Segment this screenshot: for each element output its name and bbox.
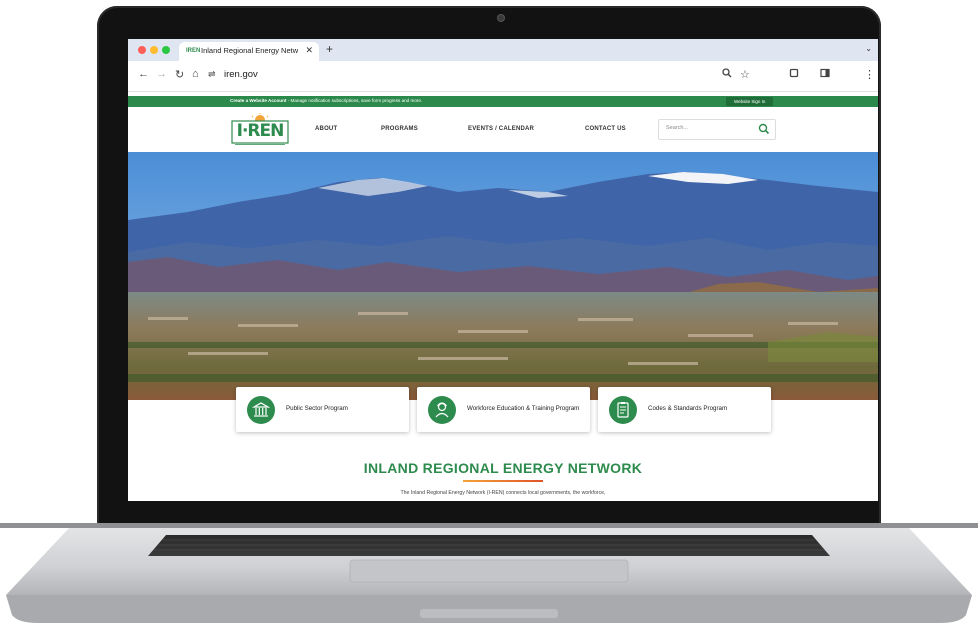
iren-logo[interactable]: I·REN: [231, 113, 289, 147]
tab-favicon: IREN: [186, 48, 201, 54]
card-label: Public Sector Program: [286, 405, 348, 413]
sign-in-button[interactable]: Website Sign In: [726, 97, 774, 106]
sidepanel-icon[interactable]: [820, 68, 830, 81]
reload-icon[interactable]: ↻: [175, 68, 184, 81]
site-search-input[interactable]: Search...: [658, 119, 776, 140]
maximize-window-button[interactable]: [162, 46, 170, 54]
laptop-base: [0, 523, 978, 626]
nav-events-calendar[interactable]: EVENTS / CALENDAR: [468, 126, 534, 132]
site-header: I·REN ABOUT PROGRAMS EVENTS / CALENDAR C…: [128, 107, 878, 153]
forward-icon[interactable]: →: [156, 68, 167, 80]
webcam: [498, 15, 504, 21]
nav-contact-us[interactable]: CONTACT US: [585, 126, 626, 132]
card-workforce-education-program[interactable]: Workforce Education & Training Program: [417, 387, 590, 432]
browser-screen: IREN Inland Regional Energy Netw ✕ + ⌄ ←…: [128, 39, 878, 501]
page-title: INLAND REGIONAL ENERGY NETWORK: [363, 460, 643, 476]
account-banner-text: Create a Website Account - Manage notifi…: [230, 98, 422, 103]
card-codes-standards-program[interactable]: Codes & Standards Program: [598, 387, 771, 432]
search-placeholder: Search...: [666, 125, 689, 131]
title-divider: [463, 480, 543, 482]
tab-title: Inland Regional Energy Netw: [201, 46, 299, 55]
address-bar[interactable]: iren.gov: [224, 69, 258, 80]
account-banner: Create a Website Account - Manage notifi…: [128, 96, 878, 107]
nav-programs[interactable]: PROGRAMS: [381, 126, 418, 132]
create-account-link[interactable]: Create a Website Account: [230, 98, 286, 103]
window-controls: [138, 46, 170, 54]
zoom-icon[interactable]: [722, 68, 732, 81]
home-icon[interactable]: ⌂: [192, 68, 199, 80]
tab-search-icon[interactable]: ⌄: [865, 44, 872, 53]
card-public-sector-program[interactable]: Public Sector Program: [236, 387, 409, 432]
worker-icon: [428, 396, 456, 424]
card-label: Workforce Education & Training Program: [467, 405, 580, 413]
card-label: Codes & Standards Program: [648, 405, 728, 413]
bookmark-star-icon[interactable]: ☆: [740, 68, 750, 81]
menu-icon[interactable]: ⋮: [864, 68, 875, 81]
search-icon[interactable]: [758, 122, 770, 140]
minimize-window-button[interactable]: [150, 46, 158, 54]
browser-toolbar: ← → ↻ ⌂ ⇌ iren.gov ☆ ⋮: [128, 61, 878, 92]
government-building-icon: [247, 396, 275, 424]
intro-text: The Inland Regional Energy Network (I-RE…: [400, 490, 606, 496]
nav-about[interactable]: ABOUT: [315, 126, 337, 132]
hero-landscape-image: [128, 152, 878, 400]
browser-tab[interactable]: IREN Inland Regional Energy Netw ✕: [179, 42, 319, 61]
extensions-icon[interactable]: [789, 68, 799, 81]
tune-icon[interactable]: ⇌: [208, 69, 216, 80]
tab-bar: IREN Inland Regional Energy Netw ✕ + ⌄: [128, 39, 878, 61]
clipboard-icon: [609, 396, 637, 424]
account-banner-desc: - Manage notification subscriptions, sav…: [286, 98, 423, 103]
logo-text: I·REN: [236, 121, 285, 141]
close-window-button[interactable]: [138, 46, 146, 54]
back-icon[interactable]: ←: [138, 68, 149, 80]
new-tab-icon[interactable]: +: [326, 42, 333, 56]
tab-close-icon[interactable]: ✕: [305, 45, 313, 56]
